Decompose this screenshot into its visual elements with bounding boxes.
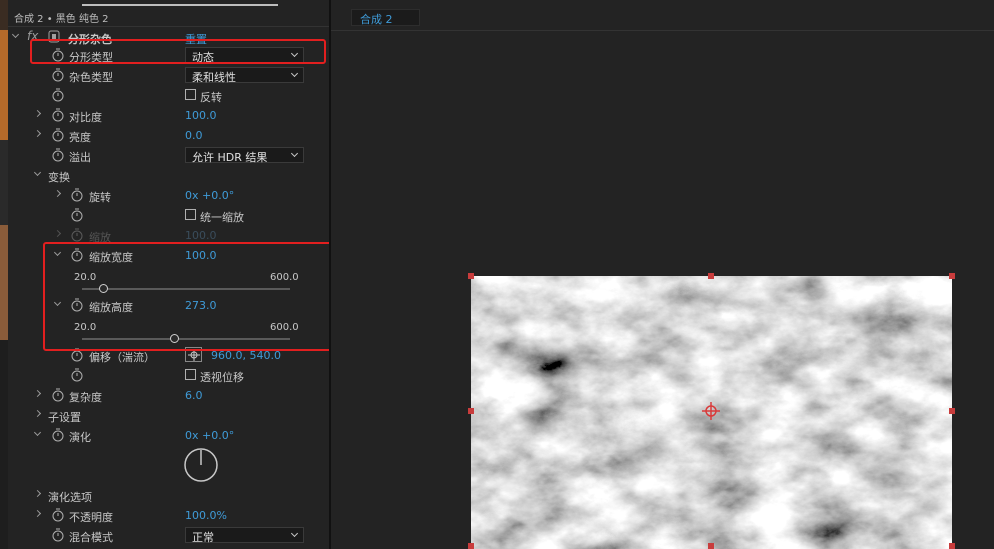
row-brightness: 亮度 0.0 [8, 126, 329, 146]
blend-mode-label: 混合模式 [69, 531, 113, 544]
layer-handle[interactable] [708, 543, 714, 549]
chevron-right-icon [54, 230, 62, 238]
stopwatch-icon[interactable] [52, 68, 64, 82]
invert-checkbox[interactable] [185, 89, 196, 100]
chevron-right-icon[interactable] [34, 390, 42, 398]
stopwatch-icon [71, 228, 83, 242]
stopwatch-icon[interactable] [71, 208, 83, 222]
contrast-label: 对比度 [69, 111, 102, 124]
layer-handle[interactable] [949, 543, 955, 549]
row-evolution-options[interactable]: 演化选项 [8, 486, 329, 506]
invert-label: 反转 [200, 91, 222, 104]
layer-handle[interactable] [949, 408, 955, 414]
background-window-edge [0, 0, 8, 549]
rotation-label: 旋转 [89, 191, 111, 204]
panel-tab-indicator [82, 4, 278, 6]
row-uniform-scale: 统一缩放 [8, 206, 329, 226]
contrast-value[interactable]: 100.0 [185, 109, 217, 122]
chevron-right-icon[interactable] [34, 490, 42, 498]
stopwatch-icon[interactable] [52, 148, 64, 162]
dropdown-value: 正常 [192, 531, 214, 544]
chevron-down-icon[interactable] [34, 170, 42, 178]
chevron-down-icon[interactable] [12, 32, 20, 40]
transform-label: 变换 [48, 171, 70, 184]
opacity-value[interactable]: 100.0% [185, 509, 227, 522]
scale-value: 100.0 [185, 229, 217, 242]
annotation-highlight-box [43, 242, 329, 351]
complexity-value[interactable]: 6.0 [185, 389, 203, 402]
row-rotation: 旋转 0x +0.0° [8, 186, 329, 206]
row-overflow: 溢出 允许 HDR 结果 [8, 146, 329, 166]
row-contrast: 对比度 100.0 [8, 106, 329, 126]
blend-mode-dropdown[interactable]: 正常 [185, 527, 304, 544]
row-complexity: 复杂度 6.0 [8, 386, 329, 406]
tab-label: 合成 2 [360, 13, 393, 26]
sub-settings-label: 子设置 [48, 411, 81, 424]
layer-handle[interactable] [708, 273, 714, 279]
overflow-label: 溢出 [69, 151, 91, 164]
stopwatch-icon[interactable] [52, 128, 64, 142]
stopwatch-icon[interactable] [52, 508, 64, 522]
row-transform-group[interactable]: 变换 [8, 166, 329, 186]
row-perspective-offset: 透视位移 [8, 366, 329, 386]
stopwatch-icon[interactable] [52, 88, 64, 102]
opacity-label: 不透明度 [69, 511, 113, 524]
chevron-down-icon [290, 149, 299, 158]
rotation-value[interactable]: 0x +0.0° [185, 189, 234, 202]
chevron-right-icon[interactable] [34, 510, 42, 518]
layer-handle[interactable] [468, 408, 474, 414]
chevron-down-icon [290, 69, 299, 78]
evolution-options-label: 演化选项 [48, 491, 92, 504]
dropdown-value: 允许 HDR 结果 [192, 151, 268, 164]
evolution-angle-dial[interactable] [183, 447, 219, 483]
brightness-value[interactable]: 0.0 [185, 129, 203, 142]
evolution-label: 演化 [69, 431, 91, 444]
anchor-point-icon[interactable] [702, 402, 720, 420]
perspective-offset-checkbox[interactable] [185, 369, 196, 380]
chevron-right-icon[interactable] [34, 410, 42, 418]
annotation-highlight-box [30, 39, 326, 64]
divider [8, 26, 329, 27]
layer-handle[interactable] [468, 273, 474, 279]
row-noise-type: 杂色类型 柔和线性 [8, 66, 329, 86]
chevron-right-icon[interactable] [54, 190, 62, 198]
complexity-label: 复杂度 [69, 391, 102, 404]
layer-handle[interactable] [468, 543, 474, 549]
noise-type-dropdown[interactable]: 柔和线性 [185, 67, 304, 84]
row-opacity: 不透明度 100.0% [8, 506, 329, 526]
stopwatch-icon[interactable] [52, 528, 64, 542]
effect-controls-panel: 合成 2 • 黑色 纯色 2 fx 分形杂色 重置 分形类型 动态 杂色类型 柔… [0, 0, 329, 549]
chevron-down-icon[interactable] [34, 430, 42, 438]
chevron-right-icon[interactable] [34, 110, 42, 118]
divider [331, 30, 994, 31]
dropdown-value: 柔和线性 [192, 71, 236, 84]
row-blend-mode: 混合模式 正常 [8, 526, 329, 546]
overflow-dropdown[interactable]: 允许 HDR 结果 [185, 147, 304, 164]
chevron-down-icon [290, 529, 299, 538]
stopwatch-icon[interactable] [52, 108, 64, 122]
stopwatch-icon[interactable] [71, 368, 83, 382]
composition-viewer: 合成 2 [331, 0, 994, 549]
stopwatch-icon[interactable] [52, 428, 64, 442]
uniform-scale-checkbox[interactable] [185, 209, 196, 220]
evolution-value[interactable]: 0x +0.0° [185, 429, 234, 442]
brightness-label: 亮度 [69, 131, 91, 144]
offset-label: 偏移（湍流） [89, 351, 155, 364]
noise-type-label: 杂色类型 [69, 71, 113, 84]
row-invert: 反转 [8, 86, 329, 106]
breadcrumb: 合成 2 • 黑色 纯色 2 [14, 14, 109, 25]
uniform-scale-label: 统一缩放 [200, 211, 244, 224]
tab-composition[interactable]: 合成 2 [351, 9, 420, 26]
stopwatch-icon[interactable] [71, 188, 83, 202]
chevron-right-icon[interactable] [34, 130, 42, 138]
stopwatch-icon[interactable] [52, 388, 64, 402]
perspective-offset-label: 透视位移 [200, 371, 244, 384]
layer-handle[interactable] [949, 273, 955, 279]
row-evolution: 演化 0x +0.0° [8, 426, 329, 446]
row-sub-settings[interactable]: 子设置 [8, 406, 329, 426]
